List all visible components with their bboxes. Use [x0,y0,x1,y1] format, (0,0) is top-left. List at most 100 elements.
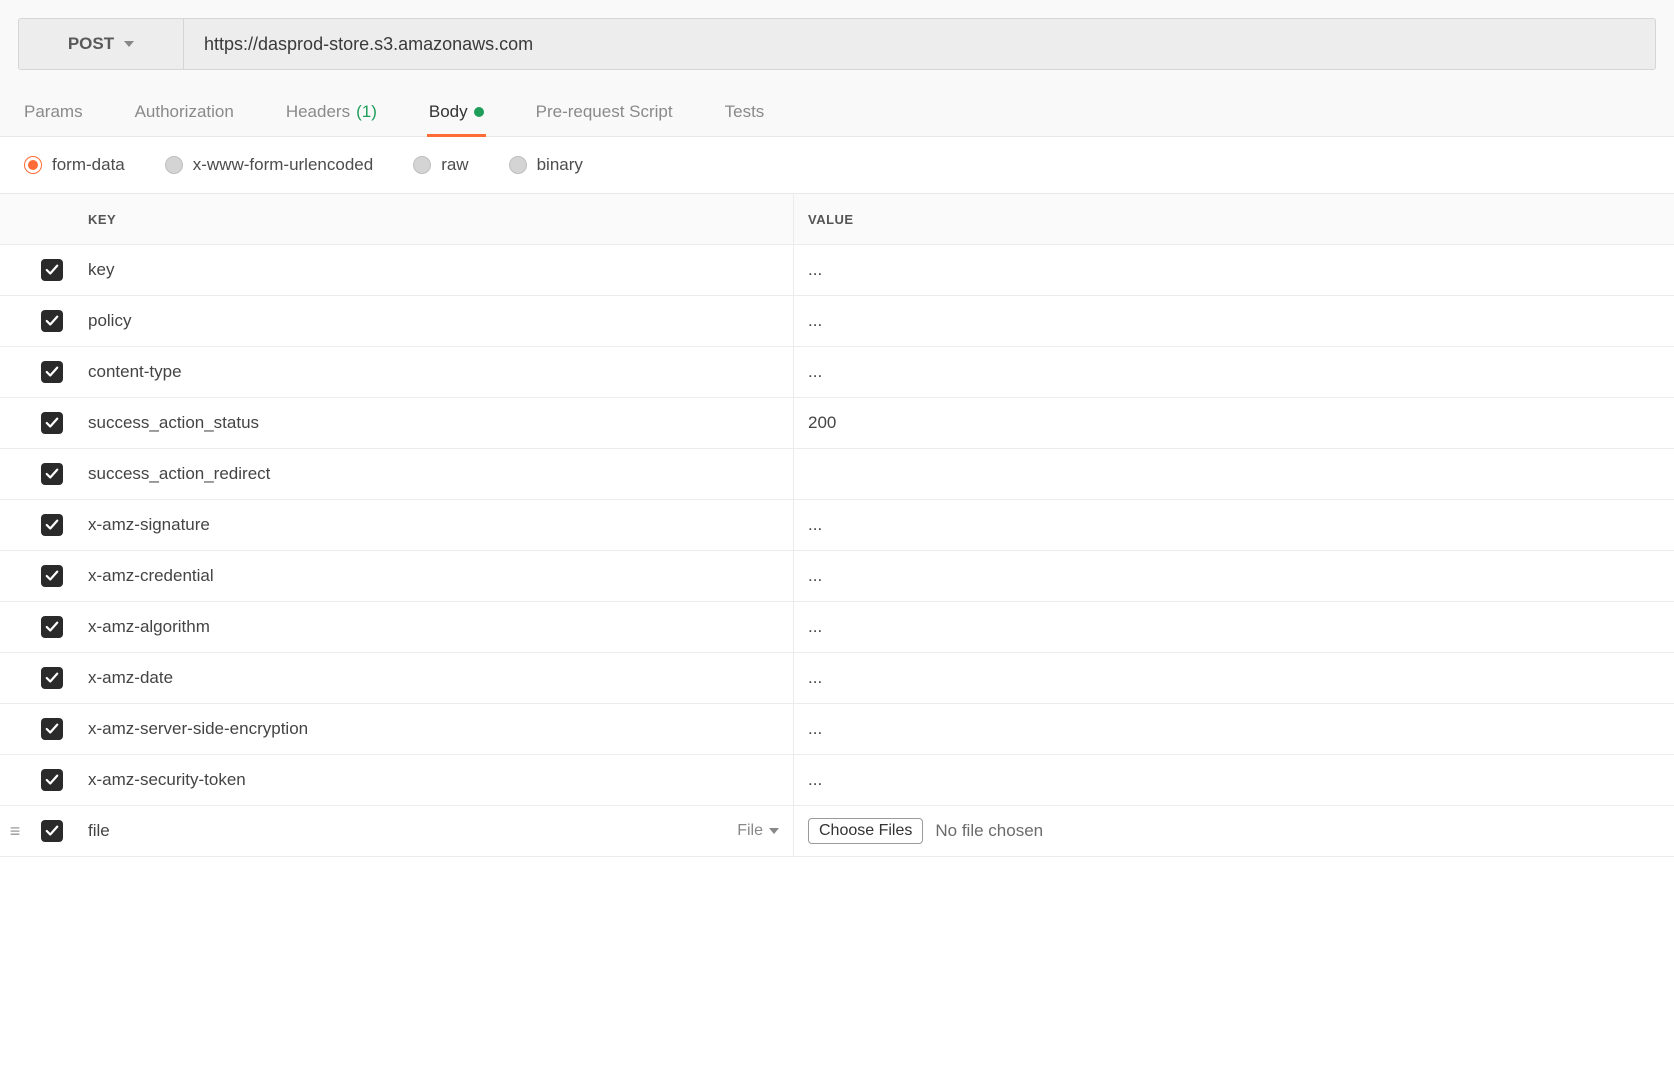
radio-icon [24,156,42,174]
tab-label: Pre-request Script [536,102,673,122]
body-type-label: form-data [52,155,125,175]
request-tabs: Params Authorization Headers(1) Body Pre-req… [18,92,1656,136]
value-cell[interactable]: ... [794,515,1674,535]
key-cell[interactable]: x-amz-date [74,653,794,703]
body-type-binary[interactable]: binary [509,155,583,175]
check-icon [45,620,59,634]
value-cell[interactable]: ... [794,311,1674,331]
check-icon [45,569,59,583]
row-enabled-checkbox[interactable] [41,718,63,740]
row-enabled-checkbox[interactable] [41,412,63,434]
key-text: success_action_status [88,413,259,433]
value-text: ... [808,617,822,637]
value-text: ... [808,260,822,280]
file-status-text: No file chosen [935,821,1043,841]
check-icon [45,467,59,481]
tab-tests[interactable]: Tests [723,92,767,136]
key-text: x-amz-security-token [88,770,246,790]
value-cell[interactable]: ... [794,719,1674,739]
body-type-x-www-form-urlencoded[interactable]: x-www-form-urlencoded [165,155,373,175]
value-text: ... [808,719,822,739]
column-header-value: VALUE [794,212,1674,227]
check-icon [45,671,59,685]
row-enabled-checkbox[interactable] [41,616,63,638]
tab-authorization[interactable]: Authorization [133,92,236,136]
body-type-form-data[interactable]: form-data [24,155,125,175]
value-cell[interactable]: ... [794,362,1674,382]
tab-pre-request-script[interactable]: Pre-request Script [534,92,675,136]
body-type-label: raw [441,155,468,175]
row-enabled-checkbox[interactable] [41,361,63,383]
key-text: file [88,821,110,841]
check-icon [45,263,59,277]
body-type-raw[interactable]: raw [413,155,468,175]
key-type-select[interactable]: File [737,822,779,840]
table-row: x-amz-algorithm... [0,602,1674,653]
value-cell[interactable]: ... [794,617,1674,637]
chevron-down-icon [124,41,134,47]
value-text: ... [808,770,822,790]
key-cell[interactable]: success_action_status [74,398,794,448]
value-cell[interactable]: ... [794,668,1674,688]
tab-label: Tests [725,102,765,122]
row-enabled-checkbox[interactable] [41,769,63,791]
http-method-label: POST [68,34,114,54]
table-row: success_action_status 200 [0,398,1674,449]
row-enabled-checkbox[interactable] [41,463,63,485]
check-icon [45,722,59,736]
indicator-dot-icon [474,107,484,117]
value-cell[interactable]: ... [794,566,1674,586]
drag-handle-icon[interactable]: ≡ [10,822,21,840]
check-icon [45,773,59,787]
table-row: success_action_redirect [0,449,1674,500]
value-cell[interactable]: Choose Files No file chosen [794,818,1674,844]
tab-params[interactable]: Params [22,92,85,136]
key-cell[interactable]: x-amz-security-token [74,755,794,805]
table-row: key... [0,245,1674,296]
row-enabled-checkbox[interactable] [41,514,63,536]
key-text: x-amz-algorithm [88,617,210,637]
table-row: x-amz-date... [0,653,1674,704]
http-method-select[interactable]: POST [19,19,184,69]
value-text: ... [808,515,822,535]
tab-headers[interactable]: Headers(1) [284,92,379,136]
row-enabled-checkbox[interactable] [41,565,63,587]
value-cell[interactable]: 200 [794,413,1674,433]
value-cell[interactable]: ... [794,260,1674,280]
table-row: policy... [0,296,1674,347]
row-enabled-checkbox[interactable] [41,310,63,332]
row-enabled-checkbox[interactable] [41,820,63,842]
key-cell[interactable]: content-type [74,347,794,397]
key-cell[interactable]: policy [74,296,794,346]
key-cell[interactable]: success_action_redirect [74,449,794,499]
key-text: policy [88,311,131,331]
value-text: ... [808,668,822,688]
table-row: ≡ file File Choose Files No file chosen [0,806,1674,857]
row-enabled-checkbox[interactable] [41,667,63,689]
key-text: x-amz-server-side-encryption [88,719,308,739]
key-cell[interactable]: x-amz-credential [74,551,794,601]
value-cell[interactable]: ... [794,770,1674,790]
check-icon [45,824,59,838]
row-enabled-checkbox[interactable] [41,259,63,281]
check-icon [45,416,59,430]
tab-label: Authorization [135,102,234,122]
key-cell[interactable]: x-amz-signature [74,500,794,550]
chevron-down-icon [769,828,779,834]
value-text: ... [808,362,822,382]
key-cell[interactable]: x-amz-server-side-encryption [74,704,794,754]
key-cell[interactable]: key [74,245,794,295]
choose-files-button[interactable]: Choose Files [808,818,923,844]
key-cell[interactable]: x-amz-algorithm [74,602,794,652]
table-row: x-amz-server-side-encryption... [0,704,1674,755]
tab-label: Body [429,102,468,122]
body-type-label: binary [537,155,583,175]
key-text: x-amz-credential [88,566,214,586]
check-icon [45,365,59,379]
radio-icon [413,156,431,174]
key-text: x-amz-signature [88,515,210,535]
key-cell[interactable]: file File [74,806,794,856]
request-url-input[interactable] [184,19,1655,69]
tab-body[interactable]: Body [427,92,486,136]
key-text: content-type [88,362,182,382]
